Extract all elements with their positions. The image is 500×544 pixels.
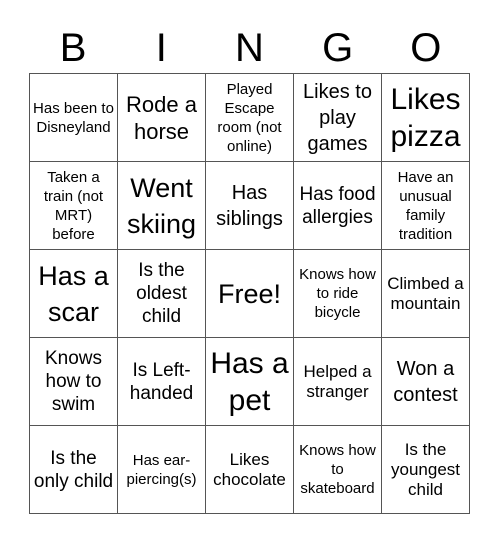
bingo-cell[interactable]: Climbed a mountain	[382, 250, 470, 338]
bingo-cell-text: Have an unusual family tradition	[397, 168, 454, 243]
bingo-cell-text: Is Left-handed	[129, 359, 194, 404]
bingo-cell[interactable]: Went skiing	[118, 162, 206, 250]
bingo-cell[interactable]: Is the youngest child	[382, 426, 470, 514]
bingo-cell-text: Knows how to ride bicycle	[299, 266, 376, 321]
bingo-cell[interactable]: Has a pet	[206, 338, 294, 426]
bingo-cell-text: Taken a train (not MRT) before	[43, 168, 104, 243]
bingo-cell-text: Is the only child	[33, 447, 114, 492]
bingo-cell[interactable]: Is Left-handed	[118, 338, 206, 426]
header-letter-n: N	[235, 26, 264, 70]
bingo-header: B I N G O	[29, 24, 470, 72]
header-letter-i: I	[155, 26, 167, 70]
header-letter-b: B	[59, 26, 87, 70]
bingo-cell-text: Rode a horse	[126, 91, 197, 144]
bingo-cell-text: Is the oldest child	[136, 260, 187, 327]
bingo-cell-text: Likes pizza	[390, 82, 461, 153]
bingo-cell[interactable]: Knows how to skateboard	[294, 426, 382, 514]
bingo-cell[interactable]: Is the oldest child	[118, 250, 206, 338]
bingo-cell[interactable]: Has been to Disneyland	[30, 74, 118, 162]
bingo-cell-text: Climbed a mountain	[387, 273, 464, 313]
bingo-cell-text: Has a pet	[210, 346, 289, 417]
bingo-cell[interactable]: Knows how to ride bicycle	[294, 250, 382, 338]
bingo-cell-text: Helped a stranger	[303, 361, 372, 401]
bingo-cell-text: Went skiing	[126, 172, 197, 239]
bingo-cell[interactable]: Likes pizza	[382, 74, 470, 162]
bingo-cell-text: Knows how to skateboard	[299, 442, 376, 497]
bingo-cell[interactable]: Has food allergies	[294, 162, 382, 250]
bingo-cell-text: Played Escape room (not online)	[217, 80, 282, 155]
bingo-cell[interactable]: Has siblings	[206, 162, 294, 250]
bingo-cell-text: Likes chocolate	[213, 449, 286, 489]
bingo-cell[interactable]: Likes to play games	[294, 74, 382, 162]
bingo-cell-text: Has ear-piercing(s)	[126, 451, 197, 488]
bingo-cell[interactable]: Rode a horse	[118, 74, 206, 162]
bingo-cell[interactable]: Taken a train (not MRT) before	[30, 162, 118, 250]
bingo-cell-text: Knows how to swim	[44, 348, 103, 415]
bingo-cell[interactable]: Won a contest	[382, 338, 470, 426]
bingo-cell-text: Won a contest	[393, 357, 458, 406]
bingo-cell[interactable]: Has ear-piercing(s)	[118, 426, 206, 514]
bingo-cell[interactable]: Knows how to swim	[30, 338, 118, 426]
bingo-cell-text: Free!	[217, 278, 282, 309]
bingo-cell-text: Has food allergies	[299, 183, 376, 228]
bingo-cell-text: Has been to Disneyland	[33, 99, 114, 136]
bingo-grid: Has been to Disneyland Rode a horse Played…	[29, 73, 470, 514]
bingo-cell[interactable]: Have an unusual family tradition	[382, 162, 470, 250]
bingo-cell[interactable]: Played Escape room (not online)	[206, 74, 294, 162]
bingo-cell-text: Has a scar	[38, 260, 109, 327]
bingo-cell-text: Is the youngest child	[391, 439, 460, 499]
bingo-cell-text: Likes to play games	[303, 80, 372, 155]
bingo-cell[interactable]: Helped a stranger	[294, 338, 382, 426]
bingo-cell-text: Has siblings	[216, 181, 283, 230]
header-letter-g: G	[322, 26, 354, 70]
bingo-cell[interactable]: Is the only child	[30, 426, 118, 514]
bingo-cell[interactable]: Likes chocolate	[206, 426, 294, 514]
bingo-cell[interactable]: Free!	[206, 250, 294, 338]
header-letter-o: O	[410, 26, 442, 70]
bingo-cell[interactable]: Has a scar	[30, 250, 118, 338]
